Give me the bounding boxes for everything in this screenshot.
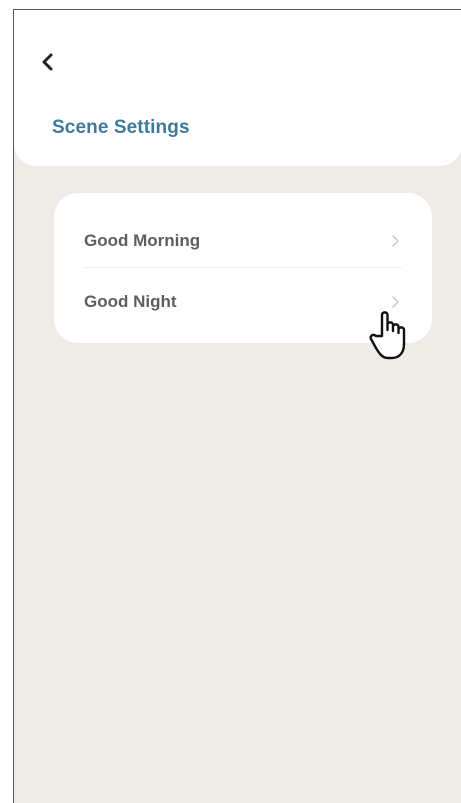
- back-button[interactable]: [34, 50, 62, 78]
- chevron-left-icon: [41, 52, 55, 77]
- scene-list-card: Good Morning Good Night: [54, 193, 432, 343]
- scene-item-label: Good Night: [84, 292, 177, 311]
- page-title: Scene Settings: [52, 117, 190, 138]
- scene-item-good-morning[interactable]: Good Morning: [84, 216, 402, 266]
- header: Scene Settings: [14, 10, 461, 166]
- chevron-right-icon: [388, 234, 402, 248]
- app-screen: Scene Settings Good Morning Good Night: [13, 9, 461, 803]
- scene-item-label: Good Morning: [84, 231, 201, 250]
- scene-item-good-night[interactable]: Good Night: [84, 277, 402, 327]
- chevron-right-icon: [388, 295, 402, 309]
- divider: [84, 267, 402, 268]
